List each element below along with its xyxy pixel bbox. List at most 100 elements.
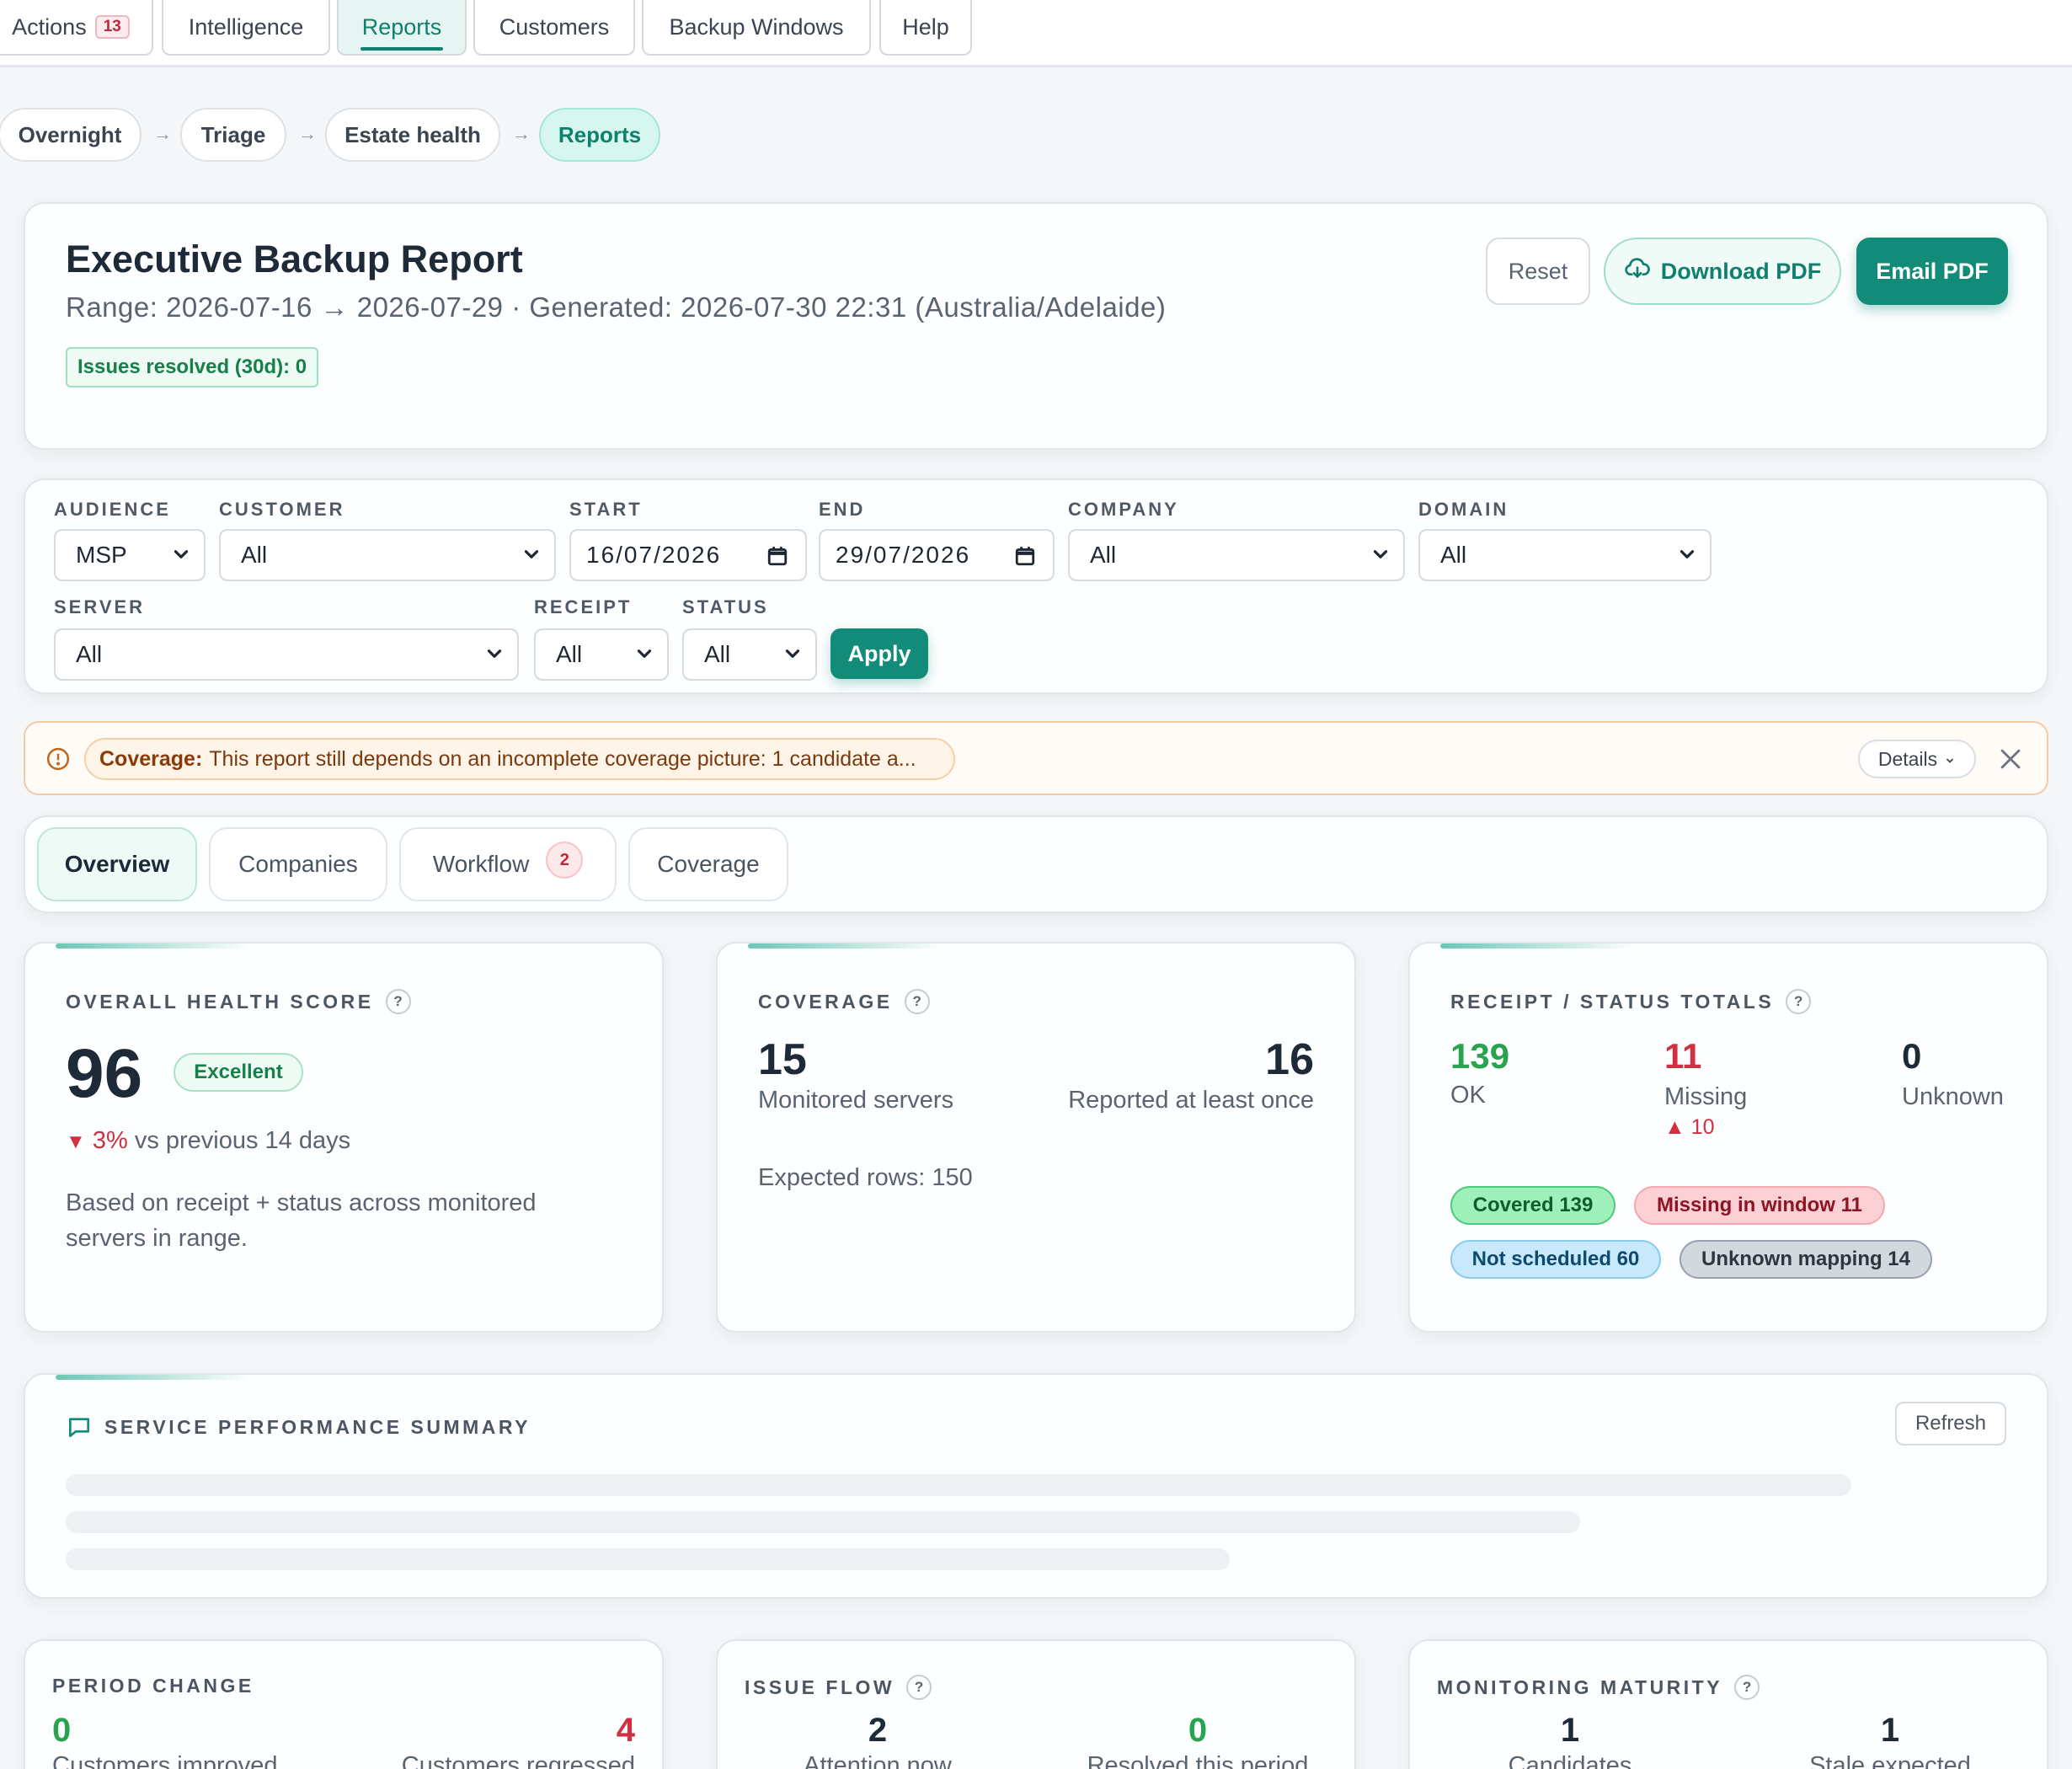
card-accent [1440, 943, 1634, 949]
maturity-label-text: MONITORING MATURITY [1437, 1675, 1723, 1698]
breadcrumb-reports[interactable]: Reports [539, 108, 660, 162]
server-value: All [76, 641, 103, 667]
apply-label: Apply [847, 640, 911, 666]
start-date-value: 16/07/2026 [586, 542, 722, 568]
end-date-value: 29/07/2026 [836, 542, 971, 568]
chevron-down-icon [1679, 550, 1695, 558]
domain-select[interactable]: All [1418, 529, 1712, 581]
card-accent [56, 943, 249, 949]
report-range: Range: 2026-07-16 → 2026-07-29 · Generat… [66, 291, 1167, 323]
issues-resolved-badge: Issues resolved (30d): 0 [66, 347, 319, 387]
receipt-select[interactable]: All [534, 628, 669, 681]
status-select[interactable]: All [682, 628, 817, 681]
issue-flow-label-text: ISSUE FLOW [745, 1675, 895, 1698]
monitoring-maturity-card: MONITORING MATURITY ? 1 Candidates 1 Sta… [1408, 1639, 2048, 1769]
resolved-value: 0 [1188, 1712, 1208, 1749]
tab-reports-label: Reports [361, 13, 442, 40]
chevron-down-icon [487, 649, 502, 658]
issue-flow-label: ISSUE FLOW ? [745, 1675, 932, 1700]
start-label: START [569, 499, 643, 520]
tab-coverage[interactable]: Coverage [628, 827, 788, 901]
breadcrumb-triage[interactable]: Triage [180, 108, 286, 162]
apply-button[interactable]: Apply [830, 628, 928, 679]
help-icon[interactable]: ? [1734, 1675, 1760, 1700]
health-note-line1: Based on receipt + status across monitor… [66, 1189, 537, 1216]
report-header-card: Executive Backup Report Range: 2026-07-1… [24, 202, 2048, 450]
cloud-download-icon [1624, 255, 1651, 288]
status-value: All [704, 641, 731, 667]
loading-skeleton [66, 1548, 1230, 1570]
breadcrumb-estate-health[interactable]: Estate health [325, 108, 500, 162]
breadcrumb-overnight[interactable]: Overnight [0, 108, 142, 162]
tab-actions[interactable]: Actions 13 [0, 0, 153, 56]
help-icon[interactable]: ? [1786, 989, 1812, 1014]
status-label: STATUS [682, 596, 769, 617]
coverage-card: COVERAGE ? 15 Monitored servers 16 Repor… [716, 942, 1356, 1333]
breadcrumb-arrow-icon: → [298, 123, 317, 144]
tab-backup-windows[interactable]: Backup Windows [642, 0, 871, 56]
domain-value: All [1440, 542, 1467, 568]
health-note-line2: servers in range. [66, 1225, 248, 1252]
alert-circle-icon [46, 747, 70, 771]
server-select[interactable]: All [54, 628, 519, 681]
tab-overview[interactable]: Overview [37, 827, 197, 901]
tab-reports[interactable]: Reports [337, 0, 467, 56]
refresh-button[interactable]: Refresh [1895, 1402, 2006, 1446]
missing-value: 11 [1664, 1036, 1702, 1076]
health-score-label: OVERALL HEALTH SCORE ? [66, 989, 411, 1014]
covered-pill[interactable]: Covered 139 [1450, 1186, 1615, 1225]
coverage-alert: Coverage: This report still depends on a… [24, 721, 2048, 795]
tab-help[interactable]: Help [879, 0, 972, 56]
start-date-input[interactable]: 16/07/2026 [569, 529, 807, 581]
reset-button[interactable]: Reset [1486, 238, 1590, 305]
health-score-value: 96 [66, 1035, 143, 1112]
monitored-servers-label: Monitored servers [758, 1087, 954, 1114]
email-pdf-button[interactable]: Email PDF [1856, 238, 2008, 305]
service-summary-label: SERVICE PERFORMANCE SUMMARY [66, 1414, 531, 1440]
service-summary-label-text: SERVICE PERFORMANCE SUMMARY [104, 1415, 531, 1438]
audience-label: AUDIENCE [54, 499, 171, 520]
improved-value: 0 [52, 1712, 72, 1749]
download-pdf-button[interactable]: Download PDF [1604, 238, 1841, 305]
help-icon[interactable]: ? [906, 1675, 932, 1700]
tab-customers[interactable]: Customers [473, 0, 635, 56]
ok-value: 139 [1450, 1036, 1510, 1076]
details-button[interactable]: Details [1858, 740, 1976, 778]
improved-label: Customers improved [52, 1752, 278, 1769]
not-scheduled-pill[interactable]: Not scheduled 60 [1450, 1240, 1661, 1279]
tab-companies[interactable]: Companies [209, 827, 387, 901]
tab-actions-label: Actions [12, 13, 87, 40]
tab-workflow[interactable]: Workflow 2 [399, 827, 617, 901]
customer-select[interactable]: All [219, 529, 556, 581]
health-score-card: OVERALL HEALTH SCORE ? 96 Excellent ▼ 3%… [24, 942, 664, 1333]
stale-value: 1 [1880, 1712, 1900, 1749]
reported-value: 16 [1265, 1035, 1314, 1084]
close-icon[interactable] [1996, 745, 2025, 773]
audience-select[interactable]: MSP [54, 529, 206, 581]
company-label: COMPANY [1068, 499, 1179, 520]
attention-value: 2 [868, 1712, 888, 1749]
page-title: Executive Backup Report [66, 238, 523, 281]
details-label: Details [1877, 747, 1938, 770]
expected-rows: Expected rows: 150 [758, 1164, 973, 1191]
help-icon[interactable]: ? [904, 989, 930, 1014]
health-score-label-text: OVERALL HEALTH SCORE [66, 990, 374, 1013]
tab-intelligence[interactable]: Intelligence [162, 0, 330, 56]
unknown-mapping-pill[interactable]: Unknown mapping 14 [1679, 1240, 1932, 1279]
ok-label: OK [1450, 1082, 1486, 1109]
reset-label: Reset [1508, 258, 1568, 284]
missing-window-pill[interactable]: Missing in window 11 [1634, 1186, 1885, 1225]
health-delta: ▼ 3% vs previous 14 days [66, 1127, 350, 1155]
filter-panel: AUDIENCE MSP CUSTOMER All START 16/07/20… [24, 478, 2048, 694]
audience-value: MSP [76, 542, 127, 568]
company-select[interactable]: All [1068, 529, 1405, 581]
maturity-label: MONITORING MATURITY ? [1437, 1675, 1760, 1700]
message-square-icon [69, 1418, 89, 1437]
stale-label: Stale expected [1809, 1752, 1971, 1769]
help-icon[interactable]: ? [385, 989, 411, 1014]
coverage-label-text: COVERAGE [758, 990, 893, 1013]
missing-delta-value: 10 [1690, 1115, 1715, 1139]
tab-companies-label: Companies [238, 851, 358, 877]
tab-intelligence-label: Intelligence [188, 13, 304, 40]
end-date-input[interactable]: 29/07/2026 [819, 529, 1055, 581]
